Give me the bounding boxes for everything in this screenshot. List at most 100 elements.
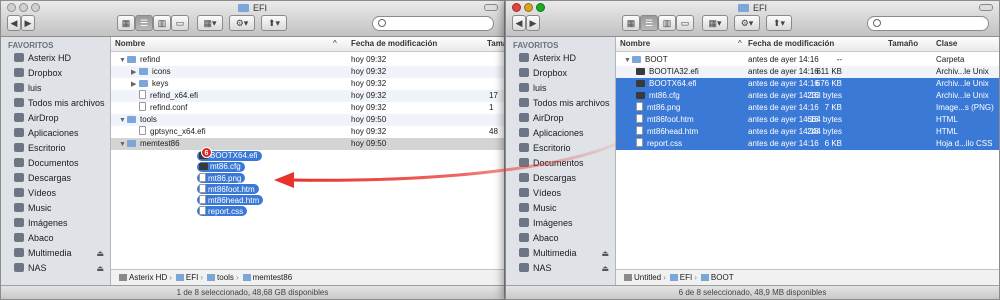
coverflow-view-button[interactable]: ▭: [676, 15, 694, 31]
sidebar-item[interactable]: Descargas: [506, 171, 615, 186]
executable-icon: [636, 92, 645, 99]
disclosure-triangle-icon[interactable]: ▼: [119, 139, 127, 151]
sidebar-item-icon: [519, 263, 529, 272]
sidebar-item[interactable]: Todos mis archivos: [506, 96, 615, 111]
sidebar-item[interactable]: AirDrop: [506, 111, 615, 126]
column-date[interactable]: Fecha de modificación: [351, 39, 437, 48]
sidebar-item[interactable]: Imágenes: [1, 216, 110, 231]
sidebar-item[interactable]: Documentos: [1, 156, 110, 171]
sidebar-item[interactable]: Dropbox: [1, 66, 110, 81]
table-row[interactable]: mt86head.htm antes de ayer 14:16 244 bytes…: [616, 126, 999, 138]
forward-button[interactable]: ▶: [526, 15, 540, 31]
sidebar-item[interactable]: Vídeos: [1, 186, 110, 201]
sidebar-item[interactable]: Imágenes: [506, 216, 615, 231]
sidebar-item[interactable]: Abaco: [506, 231, 615, 246]
sidebar-item[interactable]: Abaco: [1, 231, 110, 246]
column-size[interactable]: Tama: [487, 39, 504, 48]
path-segment[interactable]: Asterix HD: [129, 273, 167, 282]
name-cell: mt86foot.htm: [636, 114, 694, 126]
toolbar-toggle-button[interactable]: [484, 4, 498, 11]
sidebar-item[interactable]: Todos mis archivos: [1, 96, 110, 111]
search-input[interactable]: [867, 16, 989, 31]
sidebar-item[interactable]: Asterix HD: [1, 51, 110, 66]
sidebar-item[interactable]: Dropbox: [506, 66, 615, 81]
table-row[interactable]: gptsync_x64.efi hoy 09:32 48: [111, 126, 504, 138]
file-name: icons: [152, 67, 171, 76]
sidebar-item[interactable]: Aplicaciones: [506, 126, 615, 141]
share-button[interactable]: ⬆▾: [261, 15, 287, 31]
eject-icon[interactable]: ⏏: [601, 261, 609, 276]
sidebar-item[interactable]: Asterix HD: [506, 51, 615, 66]
list-view-button[interactable]: ☰: [640, 15, 658, 31]
sidebar-item-icon: [14, 113, 24, 122]
list-view-button[interactable]: ☰: [135, 15, 153, 31]
search-input[interactable]: [372, 16, 494, 31]
sidebar-item[interactable]: Multimedia ⏏: [1, 246, 110, 261]
table-row[interactable]: ▼ memtest86 hoy 09:50: [111, 138, 504, 150]
sidebar-item[interactable]: Vídeos: [506, 186, 615, 201]
table-row[interactable]: ▶ icons hoy 09:32: [111, 66, 504, 78]
column-kind[interactable]: Clase: [936, 39, 957, 48]
sidebar-item[interactable]: NAS ⏏: [1, 261, 110, 276]
sidebar-item-label: Imágenes: [533, 218, 573, 228]
icon-view-button[interactable]: ▦: [117, 15, 135, 31]
eject-icon[interactable]: ⏏: [96, 261, 104, 276]
share-button[interactable]: ⬆▾: [766, 15, 792, 31]
column-size[interactable]: Tamaño: [888, 39, 918, 48]
column-name[interactable]: Nombre: [115, 39, 145, 48]
arrange-button[interactable]: ▦▾: [197, 15, 223, 31]
column-view-button[interactable]: ▥: [153, 15, 171, 31]
action-gear-button[interactable]: ⚙▾: [734, 15, 760, 31]
column-date[interactable]: Fecha de modificación: [748, 39, 834, 48]
toolbar-toggle-button[interactable]: [979, 4, 993, 11]
path-segment[interactable]: memtest86: [253, 273, 293, 282]
table-row[interactable]: mt86foot.htm antes de ayer 14:16 664 bytes…: [616, 114, 999, 126]
forward-button[interactable]: ▶: [21, 15, 35, 31]
path-segment[interactable]: Untitled: [634, 273, 661, 282]
file-date: hoy 09:50: [351, 139, 387, 148]
column-view-button[interactable]: ▥: [658, 15, 676, 31]
table-row[interactable]: report.css antes de ayer 14:16 6 KB Hoja d.…: [616, 138, 999, 150]
back-button[interactable]: ◀: [512, 15, 526, 31]
path-segment[interactable]: tools: [217, 273, 234, 282]
eject-icon[interactable]: ⏏: [601, 246, 609, 261]
action-gear-button[interactable]: ⚙▾: [229, 15, 255, 31]
title-bar[interactable]: EFI ◀ ▶ ▦ ☰ ▥ ▭ ▦▾ ⚙▾ ⬆▾: [506, 1, 999, 37]
table-row[interactable]: BOOTIA32.efi antes de ayer 14:16 611 KB Arc…: [616, 66, 999, 78]
sidebar-item[interactable]: Documentos: [506, 156, 615, 171]
path-segment[interactable]: EFI: [186, 273, 198, 282]
eject-icon[interactable]: ⏏: [96, 246, 104, 261]
column-name[interactable]: Nombre: [620, 39, 650, 48]
sidebar-item[interactable]: AirDrop: [1, 111, 110, 126]
table-row[interactable]: ▼ refind hoy 09:32: [111, 54, 504, 66]
sidebar-item-icon: [519, 83, 529, 92]
table-row[interactable]: refind.conf hoy 09:32 1: [111, 102, 504, 114]
table-row[interactable]: ▶ keys hoy 09:32: [111, 78, 504, 90]
path-segment[interactable]: EFI: [680, 273, 692, 282]
sidebar-item[interactable]: luis: [506, 81, 615, 96]
table-row[interactable]: ▼ BOOT antes de ayer 14:16 -- Carpeta: [616, 54, 999, 66]
table-row[interactable]: mt86.png antes de ayer 14:16 7 KB Image...s…: [616, 102, 999, 114]
sidebar-item[interactable]: Music: [506, 201, 615, 216]
sidebar-item[interactable]: Escritorio: [1, 141, 110, 156]
arrange-button[interactable]: ▦▾: [702, 15, 728, 31]
table-row[interactable]: refind_x64.efi hoy 09:32 17: [111, 90, 504, 102]
path-segment[interactable]: BOOT: [711, 273, 734, 282]
sidebar-item[interactable]: Escritorio: [506, 141, 615, 156]
sidebar-item[interactable]: luis: [1, 81, 110, 96]
back-button[interactable]: ◀: [7, 15, 21, 31]
sidebar-item[interactable]: Descargas: [1, 171, 110, 186]
table-row[interactable]: BOOTX64.efi antes de ayer 14:16 676 KB Arch…: [616, 78, 999, 90]
sidebar-item[interactable]: Aplicaciones: [1, 126, 110, 141]
sidebar-item[interactable]: NAS ⏏: [506, 261, 615, 276]
table-row[interactable]: mt86.cfg antes de ayer 14:16 233 bytes Arch…: [616, 90, 999, 102]
sidebar-item[interactable]: Multimedia ⏏: [506, 246, 615, 261]
sidebar-item[interactable]: Music: [1, 201, 110, 216]
icon-view-button[interactable]: ▦: [622, 15, 640, 31]
table-row[interactable]: ▼ tools hoy 09:50: [111, 114, 504, 126]
folder-icon: [175, 274, 184, 281]
title-bar[interactable]: EFI ◀ ▶ ▦ ☰ ▥ ▭ ▦▾ ⚙▾ ⬆▾: [1, 1, 504, 37]
sidebar-item-label: Escritorio: [28, 143, 66, 153]
folder-icon: [139, 80, 148, 87]
coverflow-view-button[interactable]: ▭: [171, 15, 189, 31]
